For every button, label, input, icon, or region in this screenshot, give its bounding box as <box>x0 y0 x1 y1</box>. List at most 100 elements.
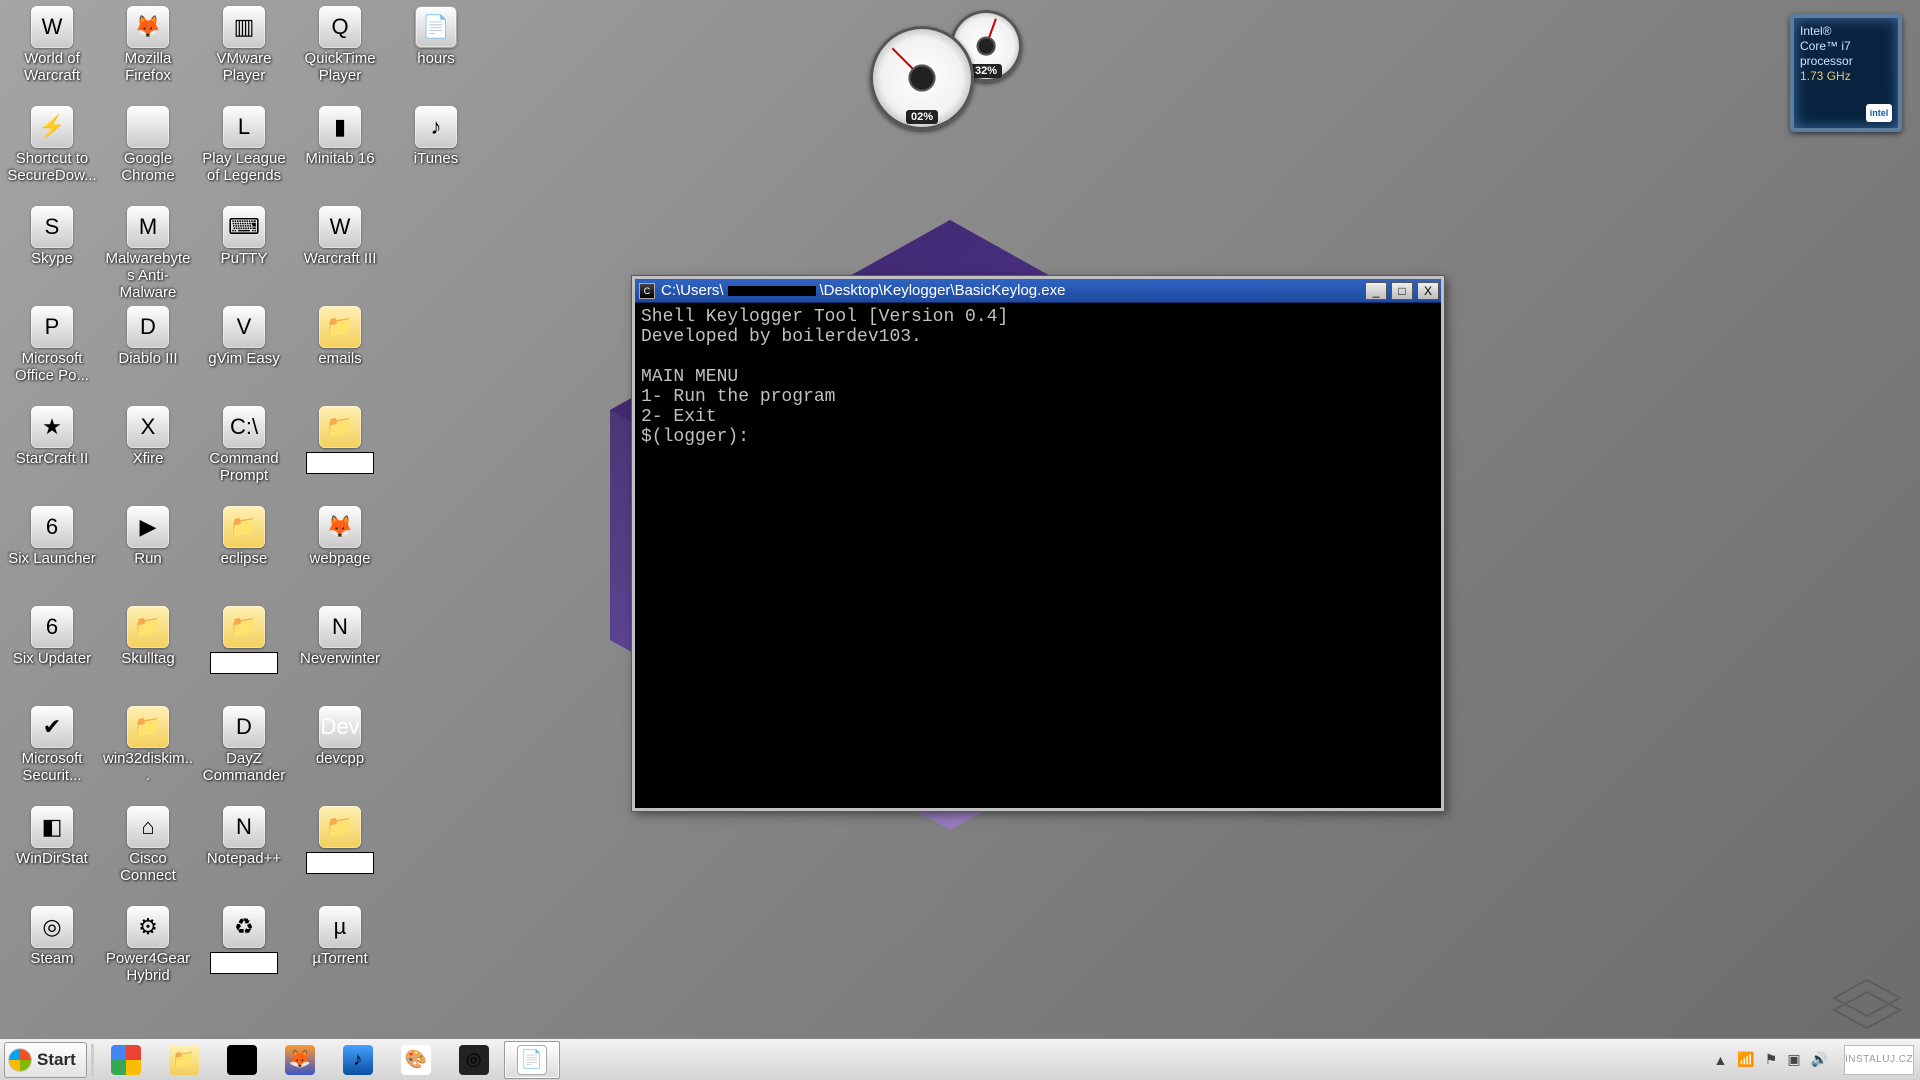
desktop-icon[interactable]: LPlay League of Legends <box>196 104 292 204</box>
desktop-icon[interactable]: ★StarCraft II <box>4 404 100 504</box>
desktop-icon[interactable]: ▶Run <box>100 504 196 604</box>
icon-label: Neverwinter <box>300 650 380 667</box>
icon-label: Malwarebytes Anti-Malware <box>102 250 194 301</box>
desktop-icon[interactable]: 📁eclipse <box>196 504 292 604</box>
desktop-icon[interactable]: SSkype <box>4 204 100 304</box>
taskbar-item-steam[interactable]: ◎ <box>446 1041 502 1079</box>
app-icon: ⌂ <box>127 806 169 848</box>
desktop-icon[interactable]: DDiablo III <box>100 304 196 404</box>
firefox-icon: 🦊 <box>285 1045 315 1075</box>
desktop-icon[interactable]: 6Six Updater <box>4 604 100 704</box>
icon-label: Six Launcher <box>8 550 96 567</box>
desktop-icon[interactable]: Google Chrome <box>100 104 196 204</box>
taskbar-items: 📁C:\ 🦊 ♪ 🎨◎📄 <box>98 1041 562 1079</box>
desktop-icon[interactable]: 📁win32diskim... <box>100 704 196 804</box>
redacted-username <box>728 286 816 296</box>
desktop-icon[interactable]: ♻ <box>196 904 292 1004</box>
desktop-icon[interactable]: 📁 <box>196 604 292 704</box>
desktop-icon[interactable]: 📁 <box>292 404 388 504</box>
desktop-icon[interactable]: 📄hours <box>388 4 484 104</box>
desktop-icon[interactable]: ✔Microsoft Securit... <box>4 704 100 804</box>
app-icon: µ <box>319 906 361 948</box>
icon-label: QuickTime Player <box>294 50 386 84</box>
app-icon: ⚙ <box>127 906 169 948</box>
app-icon: ◧ <box>31 806 73 848</box>
app-icon: ⚡ <box>31 106 73 148</box>
icon-label <box>210 652 278 674</box>
desktop-icon[interactable]: ◎ Steam <box>4 904 100 1004</box>
desktop-icon[interactable]: 📁emails <box>292 304 388 404</box>
desktop-icon[interactable]: ◧WinDirStat <box>4 804 100 904</box>
console-window[interactable]: C C:\Users\ \Desktop\Keylogger\BasicKeyl… <box>632 276 1444 811</box>
taskbar-item-explorer[interactable]: 📁 <box>156 1041 212 1079</box>
icon-label <box>306 452 374 474</box>
desktop-icon[interactable]: ▥VMware Player <box>196 4 292 104</box>
start-button[interactable]: Start <box>4 1042 87 1078</box>
icon-label: gVim Easy <box>208 350 279 367</box>
icon-label: Cisco Connect <box>102 850 194 884</box>
icon-label: Microsoft Office Po... <box>6 350 98 384</box>
desktop-icon[interactable]: ▮Minitab 16 <box>292 104 388 204</box>
icon-label: Steam <box>30 950 73 967</box>
taskbar-item-chrome[interactable] <box>98 1041 154 1079</box>
desktop-icon[interactable]: ♪iTunes <box>388 104 484 204</box>
app-icon: 🦊 <box>319 506 361 548</box>
desktop-icon[interactable]: 🦊Mozilla Firefox <box>100 4 196 104</box>
desktop-icon[interactable]: WWorld of Warcraft <box>4 4 100 104</box>
desktop-icon[interactable]: PMicrosoft Office Po... <box>4 304 100 404</box>
desktop-icon[interactable]: 📁 <box>292 804 388 904</box>
app-icon: X <box>127 406 169 448</box>
desktop-icon[interactable]: µµTorrent <box>292 904 388 1004</box>
close-button[interactable]: X <box>1417 282 1439 300</box>
icon-label: Xfire <box>133 450 164 467</box>
console-titlebar[interactable]: C C:\Users\ \Desktop\Keylogger\BasicKeyl… <box>635 279 1441 303</box>
desktop-icon[interactable]: ⚡Shortcut to SecureDow... <box>4 104 100 204</box>
desktop-icon[interactable]: ⌂Cisco Connect <box>100 804 196 904</box>
tray-action-center-icon[interactable]: ▣ <box>1787 1051 1800 1068</box>
desktop-icon[interactable]: QQuickTime Player <box>292 4 388 104</box>
desktop-icon[interactable]: VgVim Easy <box>196 304 292 404</box>
app-icon: D <box>223 706 265 748</box>
desktop-icon[interactable]: Devdevcpp <box>292 704 388 804</box>
taskbar-item-cmd[interactable]: C:\ <box>214 1041 270 1079</box>
icon-label: DayZ Commander <box>198 750 290 784</box>
app-icon: 📁 <box>319 806 361 848</box>
desktop-icon[interactable]: 📁Skulltag <box>100 604 196 704</box>
tray-flag-icon[interactable]: ⚑ <box>1765 1051 1778 1068</box>
desktop-icon[interactable]: MMalwarebytes Anti-Malware <box>100 204 196 304</box>
taskbar-item-notepad[interactable]: 📄 <box>504 1041 560 1079</box>
desktop-icon[interactable]: 🦊webpage <box>292 504 388 604</box>
desktop-icon[interactable]: NNeverwinter <box>292 604 388 704</box>
desktop-icon[interactable]: ⌨ PuTTY <box>196 204 292 304</box>
desktop-icon[interactable]: X Xfire <box>100 404 196 504</box>
itunes-icon: ♪ <box>343 1045 373 1075</box>
tray-volume-icon[interactable]: 🔊 <box>1811 1051 1828 1068</box>
icon-label: Run <box>134 550 162 567</box>
minimize-button[interactable]: _ <box>1365 282 1387 300</box>
desktop-icon[interactable]: WWarcraft III <box>292 204 388 304</box>
icon-label: Command Prompt <box>198 450 290 484</box>
maximize-button[interactable]: □ <box>1391 282 1413 300</box>
app-icon: ▥ <box>223 6 265 48</box>
app-icon: ★ <box>31 406 73 448</box>
cpu-meter-gadget: 32% 02% <box>870 10 1030 130</box>
ram-readout: 32% <box>970 64 1002 78</box>
taskbar-item-itunes[interactable]: ♪ <box>330 1041 386 1079</box>
desktop-icon[interactable]: ⚙Power4Gear Hybrid <box>100 904 196 1004</box>
tray-chevron-icon[interactable]: ▲ <box>1713 1052 1727 1068</box>
desktop-icon[interactable]: C:\Command Prompt <box>196 404 292 504</box>
console-output[interactable]: Shell Keylogger Tool [Version 0.4] Devel… <box>635 303 1441 808</box>
cpu-gauge: 02% <box>870 26 974 130</box>
tray-wifi-icon[interactable]: 📶 <box>1737 1051 1754 1068</box>
desktop-icon[interactable]: NNotepad++ <box>196 804 292 904</box>
desktop-icon[interactable]: 6 Six Launcher <box>4 504 100 604</box>
icon-label: Power4Gear Hybrid <box>102 950 194 984</box>
app-icon: ◎ <box>31 906 73 948</box>
app-icon: W <box>31 6 73 48</box>
desktop-icon[interactable]: DDayZ Commander <box>196 704 292 804</box>
icon-label: PuTTY <box>221 250 268 267</box>
app-icon: ⌨ <box>223 206 265 248</box>
app-icon: 6 <box>31 506 73 548</box>
taskbar-item-firefox[interactable]: 🦊 <box>272 1041 328 1079</box>
taskbar-item-paint[interactable]: 🎨 <box>388 1041 444 1079</box>
